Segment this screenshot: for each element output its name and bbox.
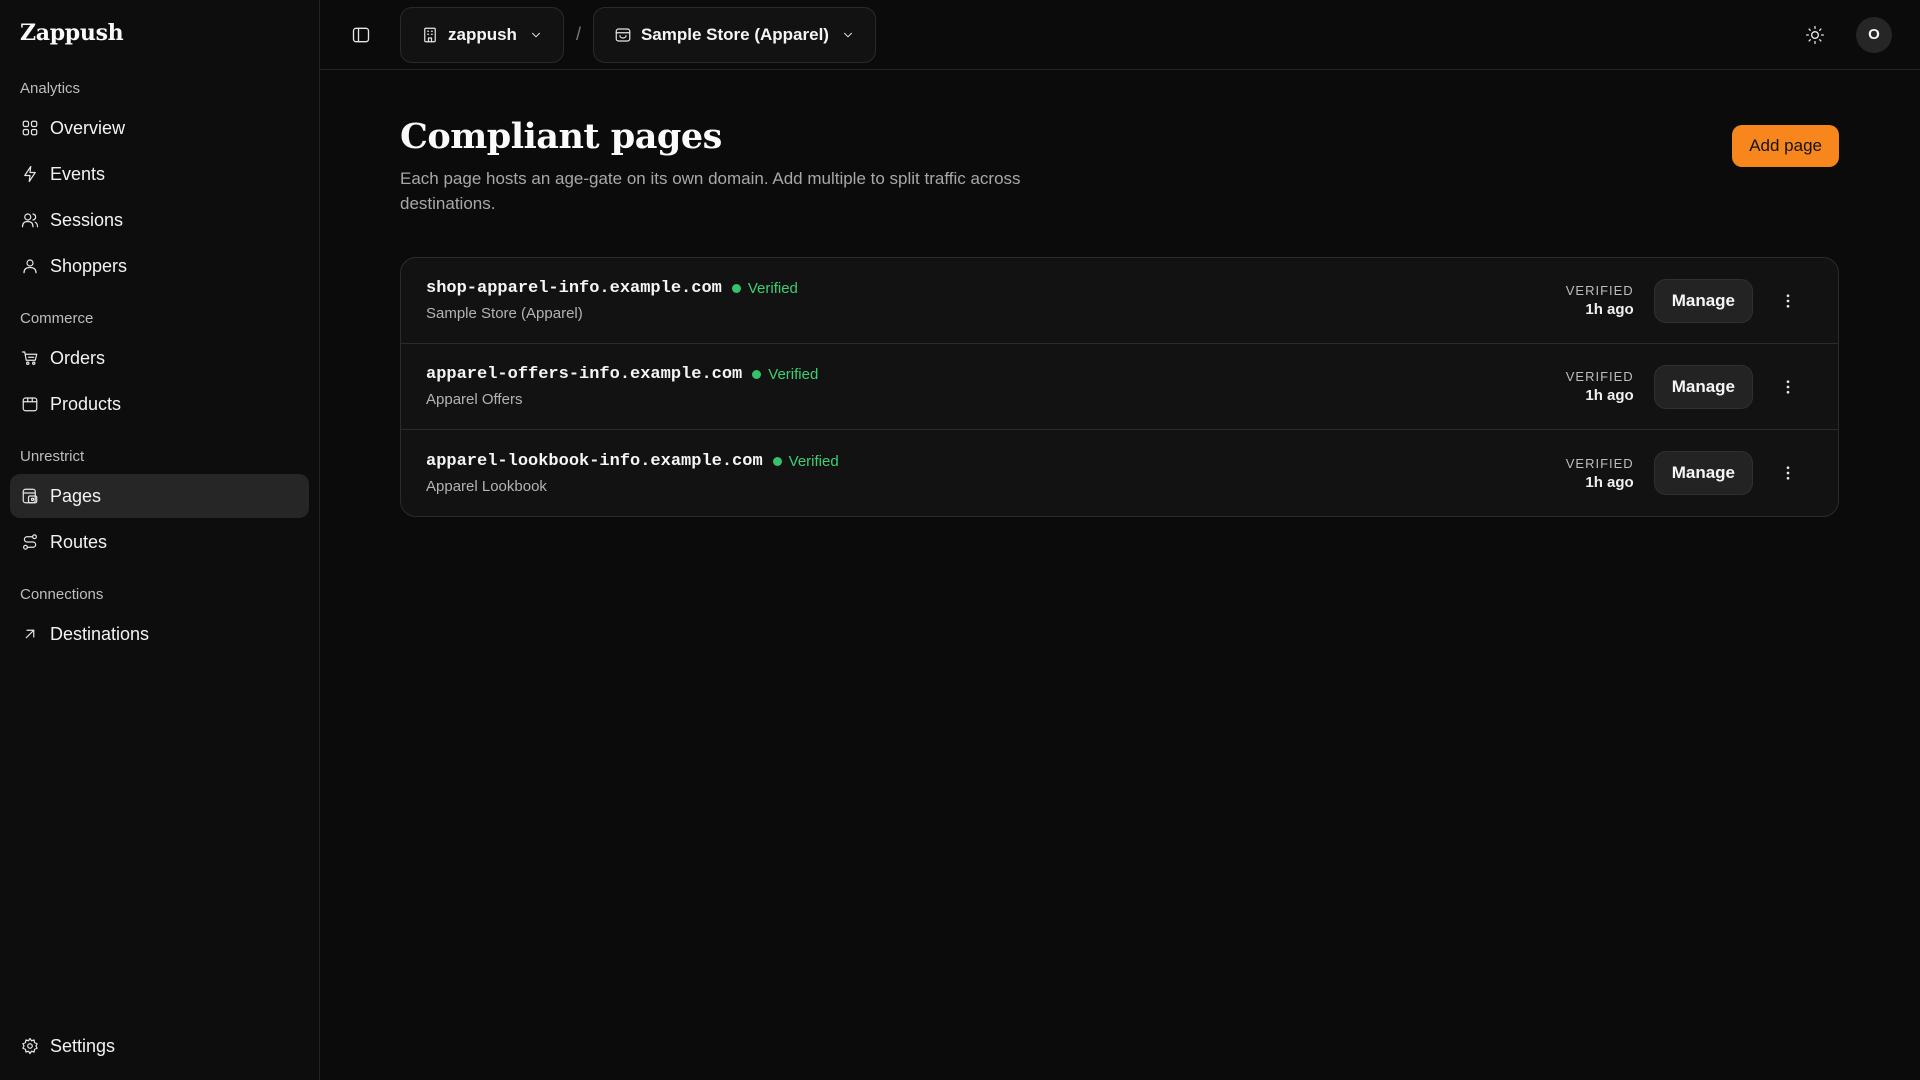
arrow-up-right-icon xyxy=(20,624,40,644)
routes-icon xyxy=(20,532,40,552)
avatar[interactable]: O xyxy=(1856,16,1892,53)
list-item: apparel-lookbook-info.example.com Verifi… xyxy=(401,430,1838,516)
sidebar-item-label: Destinations xyxy=(50,623,150,644)
more-options-button[interactable] xyxy=(1773,372,1803,402)
sidebar-item-events[interactable]: Events xyxy=(10,152,309,196)
sidebar-section-commerce: Commerce Orders Products xyxy=(10,302,309,426)
sidebar-item-label: Overview xyxy=(50,117,126,138)
status-dot-icon xyxy=(772,456,782,466)
verified-time: 1h ago xyxy=(1585,301,1634,318)
users-icon xyxy=(20,210,40,230)
add-page-button[interactable]: Add page xyxy=(1732,125,1839,167)
status-badge: Verified xyxy=(788,452,839,470)
sidebar-section-analytics: Analytics Overview Events Sessions Shopp… xyxy=(10,72,309,288)
sidebar-toggle-icon xyxy=(352,27,370,42)
sidebar-item-orders[interactable]: Orders xyxy=(10,336,309,380)
more-vertical-icon xyxy=(1786,293,1790,308)
sun-icon xyxy=(1806,25,1824,44)
more-vertical-icon xyxy=(1786,379,1790,394)
verified-time: 1h ago xyxy=(1585,473,1634,491)
manage-button[interactable]: Manage xyxy=(1653,364,1753,409)
sidebar-item-overview[interactable]: Overview xyxy=(10,106,309,150)
page-title: Compliant pages xyxy=(400,116,722,157)
verified-time: 1h ago xyxy=(1585,387,1634,404)
sidebar-item-routes[interactable]: Routes xyxy=(10,520,309,564)
sidebar-section-connections: Connections Destinations xyxy=(10,578,309,656)
app-shell: Zappush Analytics Overview Events Sessio… xyxy=(0,0,1920,1080)
grid-icon xyxy=(20,118,40,138)
page-domain[interactable]: shop-apparel-info.example.com xyxy=(426,279,722,298)
page-description: Each page hosts an age-gate on its own d… xyxy=(400,169,1021,213)
sidebar-section-unrestrict: Unrestrict Pages Routes xyxy=(10,440,309,564)
user-icon xyxy=(20,256,40,276)
sidebar-item-sessions[interactable]: Sessions xyxy=(10,198,309,242)
section-label: Commerce xyxy=(20,310,94,327)
sidebar-toggle-button[interactable] xyxy=(346,20,376,50)
section-label: Analytics xyxy=(20,80,81,97)
list-item: apparel-offers-info.example.com Verified… xyxy=(401,344,1838,430)
pages-list: shop-apparel-info.example.com Verified S… xyxy=(400,257,1839,517)
sidebar-item-settings[interactable]: Settings xyxy=(10,1024,309,1068)
manage-button[interactable]: Manage xyxy=(1653,451,1753,495)
sidebar-item-destinations[interactable]: Destinations xyxy=(10,612,309,656)
sidebar-item-label: Routes xyxy=(50,531,108,552)
status-badge: Verified xyxy=(768,366,819,383)
building-icon xyxy=(424,27,436,42)
gear-icon xyxy=(20,1036,40,1056)
page-domain[interactable]: apparel-lookbook-info.example.com xyxy=(426,452,763,471)
verified-meta: VERIFIED 1h ago xyxy=(1566,369,1634,404)
pages-icon xyxy=(20,486,40,506)
topbar-actions: O xyxy=(1798,16,1892,53)
page-domain[interactable]: apparel-offers-info.example.com xyxy=(426,365,742,384)
sidebar-item-label: Sessions xyxy=(50,209,124,230)
store-switcher[interactable]: Sample Store (Apparel) xyxy=(592,6,876,63)
cart-icon xyxy=(20,348,40,368)
sidebar: Zappush Analytics Overview Events Sessio… xyxy=(0,0,320,1080)
sidebar-item-shoppers[interactable]: Shoppers xyxy=(10,244,309,288)
verified-label: VERIFIED xyxy=(1565,455,1634,471)
section-label: Unrestrict xyxy=(20,448,85,465)
breadcrumb-separator: / xyxy=(575,24,581,44)
verified-meta: VERIFIED 1h ago xyxy=(1566,283,1634,318)
main-area: zappush / Sample Store (Apparel) O Compl… xyxy=(320,0,1920,1080)
box-icon xyxy=(20,394,40,414)
more-vertical-icon xyxy=(1786,466,1790,480)
sidebar-item-label: Products xyxy=(50,393,122,414)
more-options-button[interactable] xyxy=(1773,458,1803,488)
page-name: Apparel Offers xyxy=(426,391,523,408)
theme-toggle-button[interactable] xyxy=(1798,18,1832,52)
brand-logo[interactable]: Zappush xyxy=(10,0,309,68)
store-name: Sample Store (Apparel) xyxy=(640,24,829,44)
sidebar-item-label: Settings xyxy=(50,1035,116,1056)
org-name: zappush xyxy=(448,24,517,44)
sidebar-item-products[interactable]: Products xyxy=(10,382,309,426)
sidebar-item-pages[interactable]: Pages xyxy=(10,474,309,518)
status-badge: Verified xyxy=(747,280,798,297)
topbar: zappush / Sample Store (Apparel) O xyxy=(320,0,1920,70)
status-dot-icon xyxy=(731,284,741,293)
verified-label: VERIFIED xyxy=(1565,283,1634,298)
sidebar-item-label: Pages xyxy=(50,485,102,506)
page-header: Compliant pages Each page hosts an age-g… xyxy=(400,112,1839,216)
status-dot-icon xyxy=(752,370,762,379)
sidebar-item-label: Shoppers xyxy=(50,255,128,276)
org-switcher[interactable]: zappush xyxy=(400,6,564,63)
verified-meta: VERIFIED 1h ago xyxy=(1566,456,1634,491)
page-name: Apparel Lookbook xyxy=(426,477,547,495)
list-item: shop-apparel-info.example.com Verified S… xyxy=(401,258,1838,344)
page-name: Sample Store (Apparel) xyxy=(426,305,583,322)
manage-button[interactable]: Manage xyxy=(1653,278,1753,323)
sidebar-item-label: Events xyxy=(50,163,106,184)
section-label: Connections xyxy=(20,586,104,603)
sidebar-item-label: Orders xyxy=(50,347,106,368)
more-options-button[interactable] xyxy=(1773,286,1803,316)
bolt-icon xyxy=(20,164,40,184)
chevron-down-icon xyxy=(844,32,852,37)
verified-label: VERIFIED xyxy=(1565,369,1634,384)
content: Compliant pages Each page hosts an age-g… xyxy=(320,70,1920,517)
store-icon xyxy=(615,27,631,42)
chevron-down-icon xyxy=(531,32,540,37)
